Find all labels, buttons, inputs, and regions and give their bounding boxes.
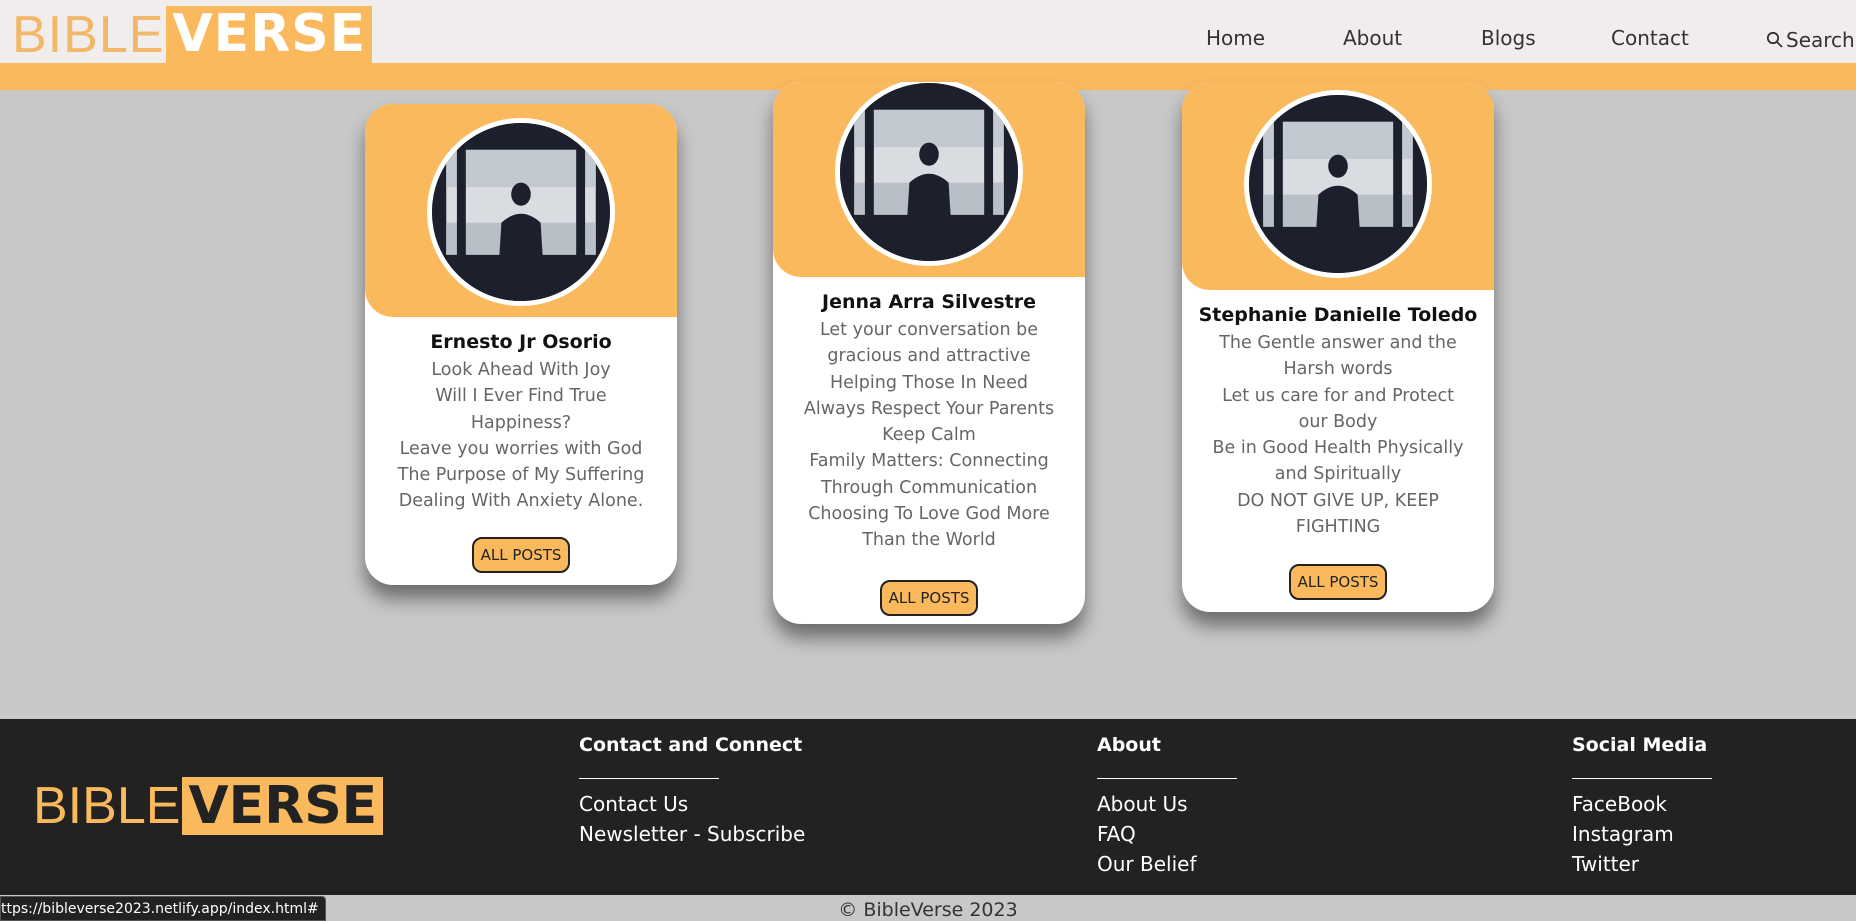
post-list: Let your conversation be gracious and at… xyxy=(773,317,1085,554)
search-icon xyxy=(1766,31,1783,48)
main-nav: Home About Blogs Contact Search xyxy=(0,26,1856,56)
browser-status-url: ttps://bibleverse2023.netlify.app/index.… xyxy=(0,896,326,921)
post-link[interactable]: Will I Ever Find True Happiness? xyxy=(393,383,649,436)
post-link[interactable]: Dealing With Anxiety Alone. xyxy=(393,488,649,514)
footer-divider xyxy=(1097,778,1237,779)
footer-link-newsletter[interactable]: Newsletter - Subscribe xyxy=(579,819,805,849)
post-link[interactable]: The Gentle answer and the Harsh words xyxy=(1210,330,1466,383)
footer-link-facebook[interactable]: FaceBook xyxy=(1572,789,1712,819)
footer-col-about: About About Us FAQ Our Belief xyxy=(1097,734,1237,879)
author-card-2: Jenna Arra Silvestre Let your conversati… xyxy=(773,82,1085,624)
nav-contact[interactable]: Contact xyxy=(1611,26,1689,50)
footer-link-twitter[interactable]: Twitter xyxy=(1572,849,1712,879)
author-name: Stephanie Danielle Toledo xyxy=(1198,304,1478,326)
footer-link-instagram[interactable]: Instagram xyxy=(1572,819,1712,849)
author-card-1: Ernesto Jr Osorio Look Ahead With Joy Wi… xyxy=(365,104,677,585)
post-link[interactable]: Helping Those In Need xyxy=(801,370,1057,396)
post-link[interactable]: The Purpose of My Suffering xyxy=(393,462,649,488)
avatar xyxy=(835,82,1023,266)
footer-heading: Contact and Connect xyxy=(579,734,803,756)
all-posts-button[interactable]: ALL POSTS xyxy=(471,536,571,573)
post-link[interactable]: Look Ahead With Joy xyxy=(393,357,649,383)
footer-col-social: Social Media FaceBook Instagram Twitter xyxy=(1572,734,1712,879)
post-link[interactable]: Family Matters: Connecting Through Commu… xyxy=(801,448,1057,501)
nav-home[interactable]: Home xyxy=(1206,26,1265,50)
post-link[interactable]: DO NOT GIVE UP, KEEP FIGHTING xyxy=(1210,488,1466,541)
copyright-text: © BibleVerse 2023 xyxy=(838,899,1018,921)
footer-heading: About xyxy=(1097,734,1161,756)
footer-divider xyxy=(579,778,719,779)
author-card-header xyxy=(365,104,677,317)
footer-logo-bible-text: BIBLE xyxy=(33,777,181,835)
footer-logo-verse-text: VERSE xyxy=(182,777,384,835)
author-card-header xyxy=(773,82,1085,277)
author-card-3: Stephanie Danielle Toledo The Gentle ans… xyxy=(1182,82,1494,612)
avatar xyxy=(427,118,615,306)
all-posts-button[interactable]: ALL POSTS xyxy=(879,579,979,616)
site-footer: BIBLE VERSE Contact and Connect Contact … xyxy=(0,719,1856,895)
post-link[interactable]: Be in Good Health Physically and Spiritu… xyxy=(1210,435,1466,488)
footer-link-contact-us[interactable]: Contact Us xyxy=(579,789,805,819)
post-link[interactable]: Choosing To Love God More Than the World xyxy=(801,501,1057,554)
nav-search-label: Search xyxy=(1786,28,1855,52)
author-name: Jenna Arra Silvestre xyxy=(822,291,1036,313)
footer-col-contact: Contact and Connect Contact Us Newslette… xyxy=(579,734,805,849)
footer-divider xyxy=(1572,778,1712,779)
post-list: Look Ahead With Joy Will I Ever Find Tru… xyxy=(365,357,677,515)
avatar xyxy=(1244,90,1432,278)
avatar-image xyxy=(1249,95,1427,273)
footer-link-our-belief[interactable]: Our Belief xyxy=(1097,849,1237,879)
post-link[interactable]: Let your conversation be gracious and at… xyxy=(801,317,1057,370)
footer-link-faq[interactable]: FAQ xyxy=(1097,819,1237,849)
footer-heading: Social Media xyxy=(1572,734,1708,756)
post-link[interactable]: Leave you worries with God xyxy=(393,436,649,462)
avatar-image xyxy=(432,123,610,301)
footer-link-about-us[interactable]: About Us xyxy=(1097,789,1237,819)
all-posts-button[interactable]: ALL POSTS xyxy=(1288,564,1388,601)
post-link[interactable]: Always Respect Your Parents xyxy=(801,396,1057,422)
nav-search[interactable]: Search xyxy=(1766,28,1855,52)
nav-blogs[interactable]: Blogs xyxy=(1481,26,1536,50)
site-header: BIBLE VERSE Home About Blogs Contact Sea… xyxy=(0,0,1856,64)
nav-about[interactable]: About xyxy=(1343,26,1402,50)
post-link[interactable]: Keep Calm xyxy=(801,422,1057,448)
post-list: The Gentle answer and the Harsh words Le… xyxy=(1182,330,1494,540)
author-name: Ernesto Jr Osorio xyxy=(430,331,612,353)
post-link[interactable]: Let us care for and Protect our Body xyxy=(1210,383,1466,436)
avatar-image xyxy=(840,83,1018,261)
footer-logo[interactable]: BIBLE VERSE xyxy=(33,777,384,835)
author-card-header xyxy=(1182,82,1494,290)
